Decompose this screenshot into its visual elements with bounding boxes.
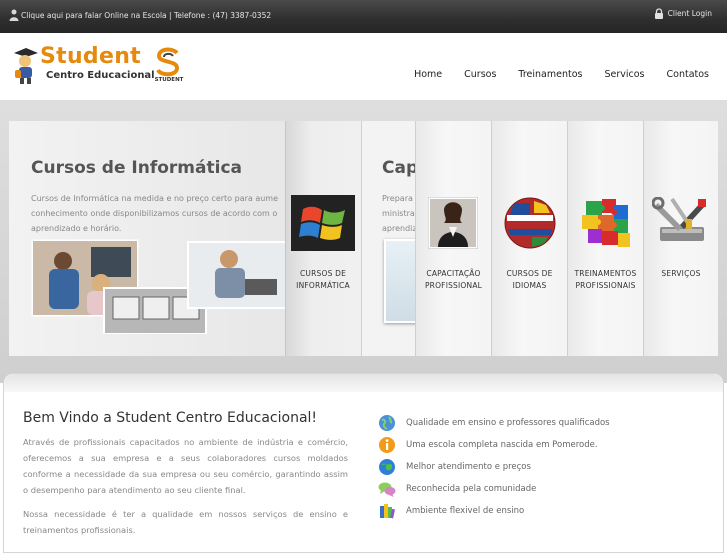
slide-description-line: Cursos de Informática na medida e no pre… <box>31 194 279 203</box>
nav-treinamentos[interactable]: Treinamentos <box>518 69 582 80</box>
nav-cursos[interactable]: Cursos <box>464 69 496 80</box>
logo-name: Student <box>40 44 141 69</box>
header: Student Centro Educacional STUDENT Home … <box>0 33 727 101</box>
lock-icon <box>654 8 663 19</box>
feature-item: Reconhecida pela comunidade <box>378 478 708 500</box>
tab-label: CURSOS DE IDIOMAS <box>492 268 567 292</box>
feature-item: Ambiente flexivel de ensino <box>378 500 708 522</box>
tab-label-line: TREINAMENTOS <box>574 269 637 278</box>
tab-treinamentos-profissionais[interactable]: TREINAMENTOS PROFISSIONAIS <box>567 121 643 356</box>
person-icon <box>9 9 19 21</box>
tab-label-line: CURSOS DE <box>506 269 553 278</box>
tab-label-line: PROFISSIONAIS <box>575 281 636 290</box>
online-chat-link[interactable]: Clique aqui para falar Online na Escola … <box>9 9 271 21</box>
client-login-label: Client Login <box>667 9 712 18</box>
slide-description: Cursos de Informática na medida e no pre… <box>31 191 289 236</box>
feature-text: Ambiente flexivel de ensino <box>406 506 525 516</box>
slide-description-line: aprendiz <box>382 224 415 233</box>
tab-label: TREINAMENTOS PROFISSIONAIS <box>568 268 643 292</box>
content-panel-rim <box>4 374 723 392</box>
nav-servicos[interactable]: Servicos <box>604 69 644 80</box>
flags-globe-icon <box>504 197 556 249</box>
features-list: Qualidade em ensino e professores qualif… <box>378 412 708 522</box>
tools-icon <box>652 197 706 241</box>
welcome-paragraph: Nossa necessidade é ter a qualidade em n… <box>23 509 348 535</box>
chat-bubbles-icon <box>378 482 396 497</box>
tab-servicos[interactable]: SERVIÇOS <box>643 121 718 356</box>
info-icon <box>379 437 395 453</box>
tab-label: CURSOS DE INFORMÁTICA <box>285 268 361 292</box>
slide-description-line: Prepara <box>382 194 413 203</box>
feature-item: Melhor atendimento e preços <box>378 456 708 478</box>
slide-photo <box>384 239 415 323</box>
tab-label-line: SERVIÇOS <box>661 269 701 278</box>
tab-label-line: CAPACITAÇÃO <box>426 269 481 278</box>
client-login-link[interactable]: Client Login <box>654 8 712 19</box>
earth-icon <box>379 459 395 475</box>
puzzle-pieces-icon <box>582 199 630 247</box>
slide-description-line: ministra <box>382 209 415 218</box>
tab-cursos-idiomas[interactable]: CURSOS DE IDIOMAS <box>491 121 567 356</box>
tab-label-line: IDIOMAS <box>512 281 547 290</box>
welcome-title: Bem Vindo a Student Centro Educacional! <box>23 410 318 426</box>
windows-logo-icon <box>291 195 355 251</box>
feature-item: Uma escola completa nascida em Pomerode. <box>378 434 708 456</box>
online-chat-text: Clique aqui para falar Online na Escola … <box>21 10 272 20</box>
globe-icon <box>379 415 395 431</box>
logo-mark-icon: STUDENT <box>155 47 184 83</box>
slide-description: Prepara ministra aprendiz <box>382 191 415 236</box>
books-icon <box>380 504 395 519</box>
businesswoman-icon <box>428 197 478 249</box>
nav-contatos[interactable]: Contatos <box>667 69 710 80</box>
top-bar: Clique aqui para falar Online na Escola … <box>0 0 727 33</box>
logo-mark-text: STUDENT <box>155 77 184 83</box>
feature-text: Uma escola completa nascida em Pomerode. <box>406 440 598 450</box>
course-slider: Cursos de Informática Cursos de Informát… <box>9 121 718 356</box>
tab-cursos-informatica[interactable]: CURSOS DE INFORMÁTICA <box>285 121 361 356</box>
slide-capacitacao-preview[interactable]: Cap Prepara ministra aprendiz <box>361 121 415 356</box>
feature-text: Melhor atendimento e preços <box>406 462 531 472</box>
slide-cursos-informatica[interactable]: Cursos de Informática Cursos de Informát… <box>9 121 289 356</box>
feature-item: Qualidade em ensino e professores qualif… <box>378 412 708 434</box>
tab-label-line: INFORMÁTICA <box>296 281 350 290</box>
tab-label: SERVIÇOS <box>644 268 718 280</box>
welcome-paragraph: Através de profissionais capacitados no … <box>23 437 348 495</box>
site-logo[interactable]: Student Centro Educacional STUDENT <box>10 44 188 84</box>
slide-title: Cap <box>382 158 415 178</box>
tab-label: CAPACITAÇÃO PROFISSIONAL <box>416 268 491 292</box>
tab-label-line: CURSOS DE <box>299 269 347 278</box>
tab-capacitacao-profissional[interactable]: CAPACITAÇÃO PROFISSIONAL <box>415 121 491 356</box>
students-computers-photo <box>31 239 289 334</box>
feature-text: Qualidade em ensino e professores qualif… <box>406 418 610 428</box>
nav-home[interactable]: Home <box>414 69 442 80</box>
graduate-mascot-icon <box>14 48 38 84</box>
slide-title: Cursos de Informática <box>31 158 242 178</box>
tab-label-line: PROFISSIONAL <box>424 281 483 290</box>
logo-subtitle: Centro Educacional <box>46 70 155 81</box>
slide-description-line: aprendizado e horário. <box>31 224 122 233</box>
slide-description-line: conhecimento onde disponibilizamos curso… <box>31 209 278 218</box>
feature-text: Reconhecida pela comunidade <box>406 484 537 494</box>
main-nav: Home Cursos Treinamentos Servicos Contat… <box>414 69 709 80</box>
